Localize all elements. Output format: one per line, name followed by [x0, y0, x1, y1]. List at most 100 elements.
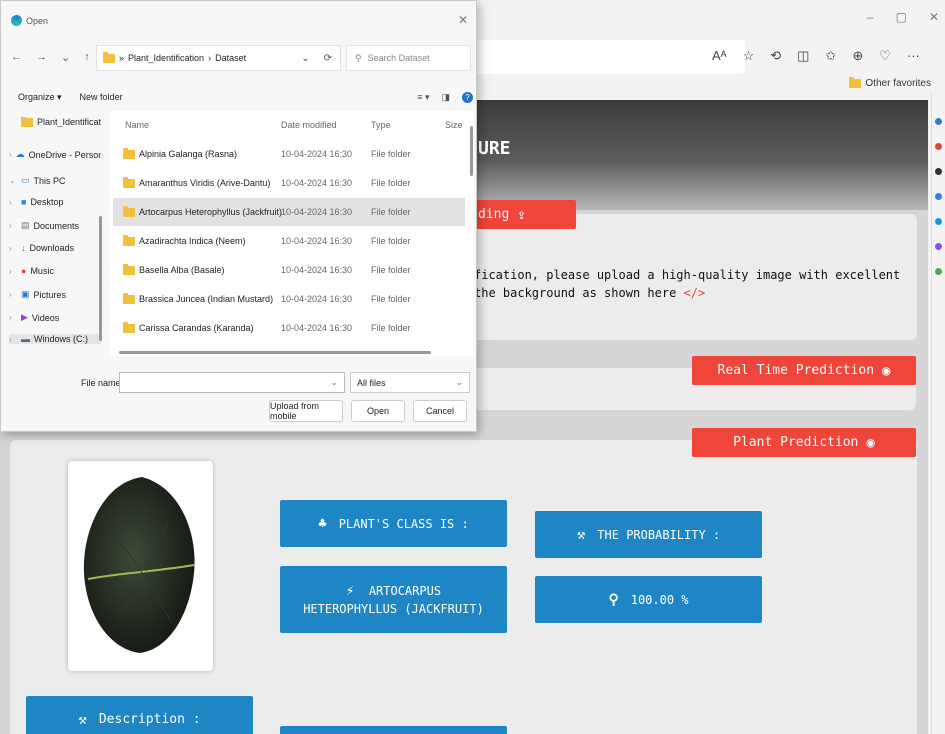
file-type: File folder: [371, 323, 411, 333]
favorites-icon[interactable]: ✩: [825, 48, 836, 64]
column-header-name[interactable]: Name: [125, 120, 149, 130]
read-aloud-icon[interactable]: Aᴬ: [712, 48, 727, 64]
chevron-right-icon: ›: [9, 221, 12, 230]
browser-essentials-icon[interactable]: ♡: [879, 48, 891, 64]
class-value-line-2: HETEROPHYLLUS (JACKFRUIT): [303, 601, 484, 616]
hierarchy-icon: ♣: [318, 515, 327, 532]
tree-item-plant-identification[interactable]: Plant_Identificat: [9, 117, 101, 127]
tree-item-onedrive[interactable]: › ☁ OneDrive - Person: [9, 149, 101, 160]
organize-button[interactable]: Organize ▾: [18, 92, 62, 103]
tree-item-music[interactable]: › ● Music: [9, 266, 101, 276]
breadcrumb-item-plant-identification[interactable]: Plant_Identification: [128, 53, 204, 63]
breadcrumb-item-dataset[interactable]: Dataset: [215, 53, 246, 63]
copilot-sidebar-icon[interactable]: [935, 218, 942, 225]
file-row-selected[interactable]: Artocarpus Heterophyllus (Jackfruit) 10-…: [113, 198, 465, 226]
chevron-down-icon[interactable]: ⌄: [301, 53, 309, 64]
favorite-star-icon[interactable]: ☆: [743, 48, 755, 64]
shopping-sidebar-icon[interactable]: [935, 143, 942, 150]
collections-icon[interactable]: ⊕: [852, 48, 863, 64]
column-header-type[interactable]: Type: [371, 120, 391, 130]
cancel-button[interactable]: Cancel: [413, 400, 467, 422]
new-folder-button[interactable]: New folder: [80, 92, 123, 103]
preview-pane-icon[interactable]: ◨: [441, 92, 450, 103]
file-name: Artocarpus Heterophyllus (Jackfruit): [139, 207, 283, 217]
upload-button-label: ding: [478, 207, 510, 222]
view-options-icon[interactable]: ≡ ▾: [417, 92, 429, 103]
tree-item-pictures[interactable]: › ▣ Pictures: [9, 289, 101, 300]
plant-class-value: ⚡ ARTOCARPUS HETEROPHYLLUS (JACKFRUIT): [280, 566, 507, 633]
tree-item-documents[interactable]: › ▤ Documents: [9, 220, 101, 231]
open-button[interactable]: Open: [351, 400, 405, 422]
folder-icon: [123, 263, 135, 275]
file-date: 10-04-2024 16:30: [281, 149, 353, 159]
outlook-sidebar-icon[interactable]: [935, 268, 942, 275]
split-screen-icon[interactable]: ◫: [797, 48, 809, 64]
games-sidebar-icon[interactable]: [935, 193, 942, 200]
magic-wand-icon: ⚡: [345, 582, 355, 599]
file-list-horizontal-scrollbar[interactable]: [119, 351, 431, 354]
other-favorites[interactable]: Other favorites: [849, 77, 931, 89]
plant-class-header: ♣ PLANT'S CLASS IS :: [280, 500, 507, 547]
tree-item-windows-c[interactable]: › ▬ Windows (C:): [9, 334, 101, 344]
more-menu-icon[interactable]: ···: [907, 48, 920, 64]
file-row[interactable]: Alpinia Galanga (Rasna) 10-04-2024 16:30…: [113, 140, 465, 168]
tools-sidebar-icon[interactable]: [935, 168, 942, 175]
probability-value-box: ⚲ 100.00 %: [535, 576, 762, 623]
dialog-nav-buttons: ← → ⌄ ↑: [11, 51, 90, 64]
file-name-input[interactable]: ⌄: [119, 372, 345, 393]
file-type-filter[interactable]: All files ⌄: [350, 372, 470, 393]
search-placeholder: Search Dataset: [367, 53, 430, 63]
folder-icon: [123, 234, 135, 246]
tree-scrollbar[interactable]: [99, 216, 102, 341]
file-type: File folder: [371, 294, 411, 304]
edge-sidebar: [931, 92, 945, 734]
file-row[interactable]: Basella Alba (Basale) 10-04-2024 16:30 F…: [113, 256, 465, 284]
plant-prediction-button[interactable]: Plant Prediction ◉: [692, 428, 916, 457]
search-icon: ⚲: [355, 52, 362, 63]
dialog-close-button[interactable]: ✕: [458, 13, 468, 27]
refresh-icon[interactable]: ⟲: [770, 48, 781, 64]
download-icon: ↓: [21, 243, 26, 253]
close-window-button[interactable]: ✕: [929, 10, 939, 24]
tree-item-desktop[interactable]: › ■ Desktop: [9, 197, 101, 207]
tree-item-this-pc[interactable]: ⌄ ▭ This PC: [9, 175, 101, 186]
chevron-right-icon: ›: [9, 290, 12, 299]
forward-arrow-icon[interactable]: →: [36, 51, 47, 64]
help-icon[interactable]: ?: [462, 92, 473, 103]
office-sidebar-icon[interactable]: [935, 243, 942, 250]
search-sidebar-icon[interactable]: [935, 118, 942, 125]
search-input[interactable]: ⚲ Search Dataset: [346, 45, 471, 71]
file-row[interactable]: Carissa Carandas (Karanda) 10-04-2024 16…: [113, 314, 465, 342]
recent-chevron-icon[interactable]: ⌄: [61, 51, 70, 64]
tree-item-downloads[interactable]: › ↓ Downloads: [9, 243, 101, 253]
upload-from-mobile-button[interactable]: Upload from mobile: [269, 400, 343, 422]
description-box: [280, 726, 507, 734]
videos-icon: ▶: [21, 312, 28, 322]
gavel-icon: ⚒: [78, 711, 87, 728]
back-arrow-icon[interactable]: ←: [11, 51, 22, 64]
up-arrow-icon[interactable]: ↑: [84, 51, 90, 64]
folder-icon: [123, 321, 135, 333]
plant-class-label: PLANT'S CLASS IS :: [338, 516, 469, 531]
column-header-size[interactable]: Size: [445, 120, 463, 130]
tree-item-label: Plant_Identificat: [36, 117, 101, 127]
file-row[interactable]: Azadirachta Indica (Neem) 10-04-2024 16:…: [113, 227, 465, 255]
file-row[interactable]: Amaranthus Viridis (Arive-Dantu) 10-04-2…: [113, 169, 465, 197]
chevron-down-icon[interactable]: ⌄: [330, 377, 338, 388]
refresh-icon[interactable]: ⟳: [324, 53, 332, 64]
maximize-button[interactable]: ▢: [896, 10, 907, 24]
upload-button[interactable]: ding ⇪: [470, 200, 576, 229]
folder-icon: [123, 147, 135, 159]
instruction-line-2: the background as shown here: [474, 286, 677, 300]
minimize-button[interactable]: –: [867, 10, 874, 24]
address-bar[interactable]: [470, 40, 745, 74]
column-header-date[interactable]: Date modified: [281, 120, 337, 130]
tree-item-label: This PC: [33, 175, 66, 186]
file-row[interactable]: Brassica Juncea (Indian Mustard) 10-04-2…: [113, 285, 465, 313]
page-title: URE: [478, 138, 511, 159]
tree-item-videos[interactable]: › ▶ Videos: [9, 312, 101, 323]
breadcrumb[interactable]: » Plant_Identification › Dataset ⌄ ⟳: [96, 45, 341, 71]
probability-header: ⚒ THE PROBABILITY :: [535, 511, 762, 558]
real-time-prediction-button[interactable]: Real Time Prediction ◉: [692, 356, 916, 385]
file-list-vertical-scrollbar[interactable]: [470, 126, 473, 176]
